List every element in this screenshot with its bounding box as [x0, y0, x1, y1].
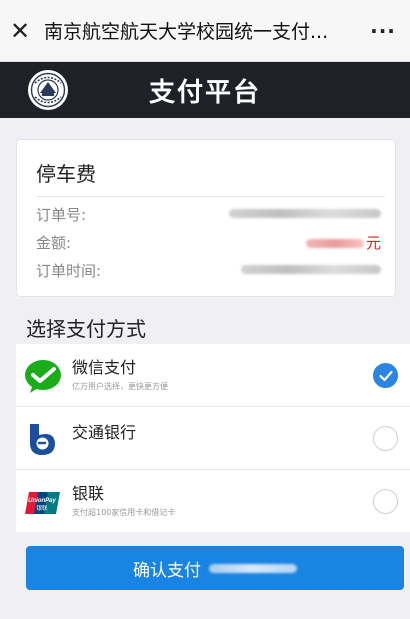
divider [36, 196, 385, 197]
payment-name: 银联 [72, 484, 105, 503]
order-number-label: 订单号: [36, 206, 87, 224]
order-number-row: 订单号: [36, 204, 381, 226]
more-button[interactable]: ··· [356, 0, 410, 62]
selected-check-icon[interactable] [373, 363, 398, 388]
payment-method-list: 微信支付 亿万用户选择，更快更方便 交通银行 UnionPay 银联 银联 支付… [16, 344, 410, 532]
platform-title: 支付平台 [148, 77, 261, 108]
title-bar: ✕ 南京航空航天大学校园统一支付... ··· [0, 0, 410, 62]
page-title: 南京航空航天大学校园统一支付... [44, 21, 329, 43]
unionpay-icon: UnionPay 银联 [25, 492, 60, 514]
amount-unit: 元 [365, 234, 381, 252]
wechat-pay-icon [25, 360, 61, 393]
amount-label: 金额: [36, 234, 72, 252]
order-number-value [229, 204, 381, 222]
payment-option-unionpay[interactable]: UnionPay 银联 银联 支付超100家信用卡和借记卡 [16, 470, 410, 533]
order-card: 停车费 订单号: 金额: 元 订单时间: [16, 139, 396, 297]
amount-row: 金额: 元 [36, 232, 381, 254]
confirm-pay-button[interactable]: 确认支付 [26, 546, 404, 590]
university-seal-logo [28, 70, 68, 110]
payment-option-bocom[interactable]: 交通银行 [16, 407, 410, 470]
order-time-label: 订单时间: [36, 262, 102, 280]
unselected-radio-icon[interactable] [373, 489, 398, 514]
amount-value: 元 [305, 232, 381, 253]
platform-header: 支付平台 [0, 62, 410, 118]
close-icon: ✕ [9, 16, 31, 45]
more-icon: ··· [370, 18, 396, 43]
order-time-row: 订单时间: [36, 260, 381, 282]
redacted-value [229, 209, 381, 218]
payment-name: 交通银行 [72, 423, 137, 442]
payment-desc: 支付超100家信用卡和借记卡 [72, 508, 176, 517]
svg-text:UnionPay: UnionPay [28, 498, 56, 504]
confirm-pay-label: 确认支付 [133, 560, 201, 581]
redacted-amount [209, 563, 297, 573]
order-type: 停车费 [36, 162, 96, 186]
order-time-value [241, 260, 381, 278]
svg-text:银联: 银联 [36, 504, 48, 512]
payment-desc: 亿万用户选择，更快更方便 [72, 382, 168, 391]
bocom-icon [30, 424, 55, 455]
payment-name: 微信支付 [72, 358, 137, 377]
close-button[interactable]: ✕ [0, 0, 40, 62]
redacted-time [241, 265, 381, 274]
redacted-amount [305, 239, 364, 248]
payment-option-wechat[interactable]: 微信支付 亿万用户选择，更快更方便 [16, 344, 410, 407]
payment-section-title: 选择支付方式 [26, 317, 146, 341]
unselected-radio-icon[interactable] [373, 426, 398, 451]
